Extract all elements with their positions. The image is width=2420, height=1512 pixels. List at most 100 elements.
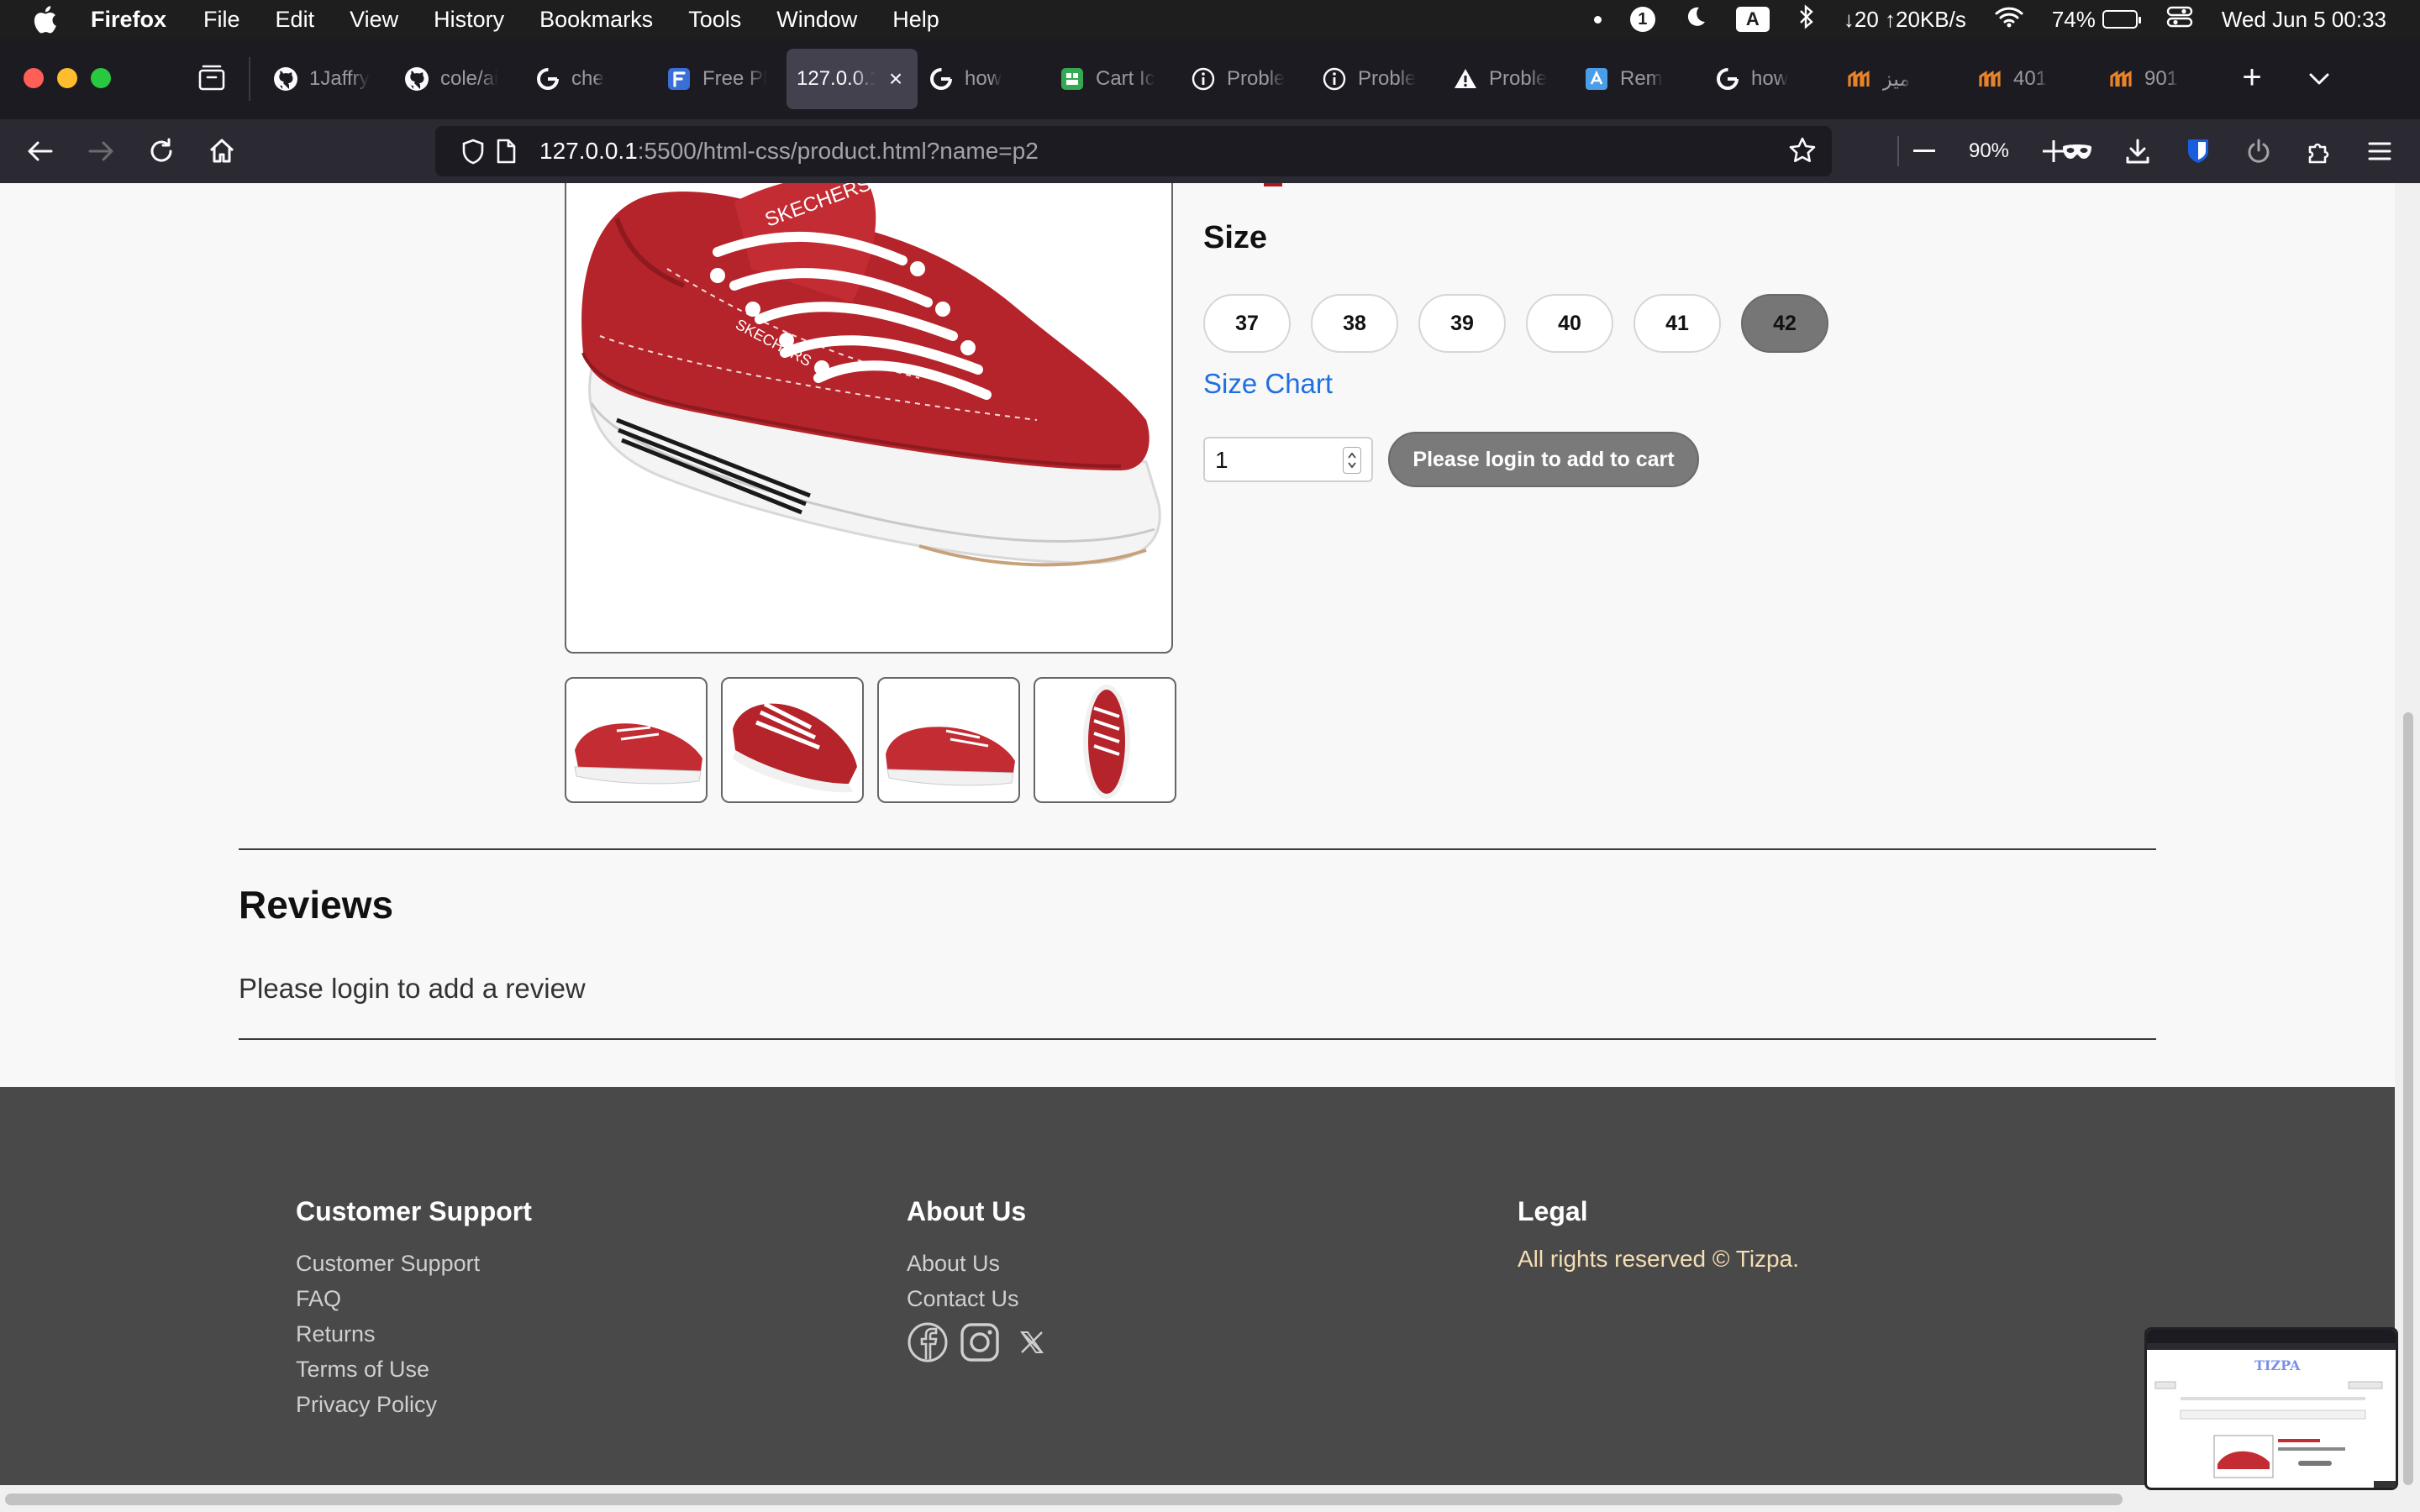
power-icon[interactable] <box>2242 134 2275 168</box>
thumbnail-2[interactable] <box>721 677 864 803</box>
size-option-42-selected[interactable]: 42 <box>1741 294 1828 353</box>
horizontal-scroll-thumb[interactable] <box>5 1494 2123 1505</box>
size-chart-link[interactable]: Size Chart <box>1203 368 1333 400</box>
apple-logo-icon[interactable] <box>32 5 57 34</box>
list-all-tabs-chevron-down-icon[interactable] <box>2302 62 2336 96</box>
svg-text:TIZPA: TIZPA <box>2254 1357 2301 1373</box>
thumbnail-4[interactable] <box>1034 677 1176 803</box>
home-icon[interactable] <box>205 134 239 168</box>
battery-indicator[interactable]: 74% <box>2052 7 2141 33</box>
tab-title: how <box>965 67 1002 90</box>
footer-link-returns[interactable]: Returns <box>296 1316 532 1352</box>
info-icon <box>1321 66 1348 92</box>
control-center-icon[interactable] <box>2166 5 2193 34</box>
thumbnail-1[interactable] <box>565 677 708 803</box>
tab-localhost-active[interactable]: 127.0.0.1 × <box>786 49 918 109</box>
menu-bookmarks[interactable]: Bookmarks <box>539 7 653 33</box>
tab-problem-1[interactable]: Proble <box>1180 49 1311 109</box>
tab-manager-icon[interactable] <box>197 64 227 92</box>
minimize-window-button[interactable] <box>57 68 77 88</box>
tab-google-3[interactable]: how <box>1704 49 1835 109</box>
menu-app-name[interactable]: Firefox <box>91 7 166 33</box>
footer-link-terms[interactable]: Terms of Use <box>296 1352 532 1387</box>
tab-google-1[interactable]: che <box>524 49 655 109</box>
facebook-icon[interactable] <box>907 1321 949 1363</box>
window-preview-thumbnail[interactable]: TIZPA <box>2144 1327 2398 1490</box>
tab-divider <box>249 57 250 101</box>
menu-help[interactable]: Help <box>892 7 939 33</box>
size-option-40[interactable]: 40 <box>1526 294 1613 353</box>
tab-problem-2[interactable]: Proble <box>1311 49 1442 109</box>
menu-window[interactable]: Window <box>776 7 857 33</box>
close-tab-icon[interactable]: × <box>884 66 908 92</box>
menu-file[interactable]: File <box>203 7 240 33</box>
section-divider <box>239 848 2156 850</box>
address-bar[interactable]: 127.0.0.1:5500/html-css/product.html?nam… <box>435 126 1832 176</box>
tab-github-2[interactable]: cole/ai <box>393 49 524 109</box>
quantity-stepper[interactable]: 1 <box>1203 437 1373 482</box>
tab-translate[interactable]: Rem <box>1573 49 1704 109</box>
bluetooth-icon[interactable] <box>1798 3 1815 35</box>
hamburger-menu-icon[interactable] <box>2363 134 2396 168</box>
vertical-scrollbar[interactable] <box>2395 183 2420 1512</box>
tab-m-1[interactable]: میز <box>1835 49 1966 109</box>
menu-edit[interactable]: Edit <box>276 7 315 33</box>
form-icon <box>666 66 692 92</box>
size-option-41[interactable]: 41 <box>1634 294 1721 353</box>
tab-m-2[interactable]: 401 <box>1966 49 2097 109</box>
network-speed[interactable]: ↓20 ↑20KB/s <box>1844 7 1966 33</box>
footer-link-privacy[interactable]: Privacy Policy <box>296 1387 532 1422</box>
horizontal-scrollbar[interactable] <box>0 1485 2395 1512</box>
footer-heading: Customer Support <box>296 1196 532 1226</box>
zoom-out-minus-icon[interactable] <box>1899 126 1949 176</box>
moon-icon[interactable] <box>1684 5 1707 34</box>
input-source-icon[interactable]: A <box>1735 7 1770 32</box>
bitwarden-shield-icon[interactable] <box>2181 134 2215 168</box>
url-text[interactable]: 127.0.0.1:5500/html-css/product.html?nam… <box>539 138 1039 165</box>
tab-m-3[interactable]: 901 <box>2097 49 2228 109</box>
zoom-window-button[interactable] <box>91 68 111 88</box>
tab-cart-icons[interactable]: Cart Ic <box>1049 49 1180 109</box>
tab-title: Proble <box>1489 67 1548 90</box>
tab-github-1[interactable]: 1Jaffry <box>262 49 393 109</box>
tab-problem-3[interactable]: Proble <box>1442 49 1573 109</box>
dot-indicator-icon[interactable] <box>1593 15 1602 24</box>
thumbnail-3[interactable] <box>877 677 1020 803</box>
extensions-puzzle-icon[interactable] <box>2302 134 2336 168</box>
forward-arrow-icon[interactable] <box>84 134 118 168</box>
footer-link-contact[interactable]: Contact Us <box>907 1281 1053 1316</box>
tracking-protection-shield-icon[interactable] <box>460 138 486 169</box>
menu-view[interactable]: View <box>350 7 398 33</box>
footer-link-about[interactable]: About Us <box>907 1246 1053 1281</box>
downloads-icon[interactable] <box>2121 134 2154 168</box>
zoom-level[interactable]: 90% <box>1949 139 2028 163</box>
tab-list: 1Jaffry cole/ai che Free Pl 127.0.0.1 × … <box>262 49 2228 109</box>
onepassword-icon[interactable]: 1 <box>1629 7 1655 32</box>
spinner-arrows-icon[interactable] <box>1343 447 1361 474</box>
clock[interactable]: Wed Jun 5 00:33 <box>2222 7 2386 33</box>
menu-history[interactable]: History <box>434 7 504 33</box>
close-window-button[interactable] <box>24 68 44 88</box>
x-icon[interactable] <box>1011 1321 1053 1363</box>
reload-icon[interactable] <box>145 134 178 168</box>
menu-tools[interactable]: Tools <box>688 7 741 33</box>
size-option-39[interactable]: 39 <box>1418 294 1506 353</box>
footer-link-faq[interactable]: FAQ <box>296 1281 532 1316</box>
back-arrow-icon[interactable] <box>24 134 57 168</box>
tab-title: Cart Ic <box>1096 67 1155 90</box>
size-option-38[interactable]: 38 <box>1311 294 1398 353</box>
page-info-icon[interactable] <box>494 138 518 169</box>
tab-title: 901 <box>2144 67 2179 90</box>
wifi-icon[interactable] <box>1995 6 2023 34</box>
instagram-icon[interactable] <box>959 1321 1001 1363</box>
private-mask-icon[interactable] <box>2060 134 2094 168</box>
vertical-scroll-thumb[interactable] <box>2403 712 2413 1485</box>
tab-form[interactable]: Free Pl <box>655 49 786 109</box>
new-tab-button[interactable]: + <box>2235 60 2269 96</box>
add-to-cart-button[interactable]: Please login to add to cart <box>1388 432 1699 487</box>
footer-link-customer-support[interactable]: Customer Support <box>296 1246 532 1281</box>
size-option-37[interactable]: 37 <box>1203 294 1291 353</box>
tab-title: che <box>571 67 604 90</box>
tab-google-2[interactable]: how <box>918 49 1049 109</box>
bookmark-star-icon[interactable] <box>1788 136 1817 169</box>
